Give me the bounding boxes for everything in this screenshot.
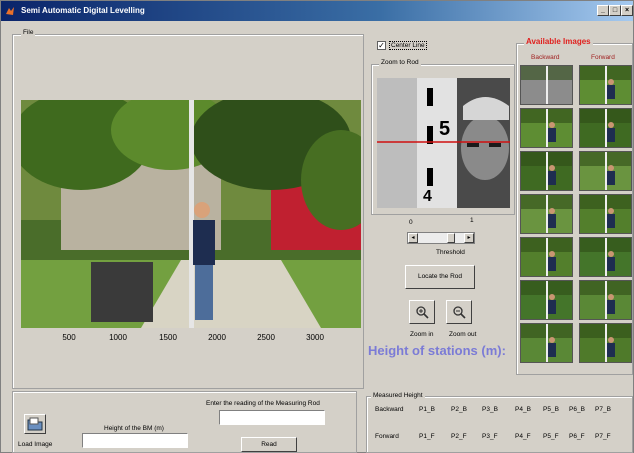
window-title: Semi Automatic Digital Levelling: [21, 6, 145, 15]
maximize-button[interactable]: □: [609, 5, 621, 16]
title-bar: Semi Automatic Digital Levelling _ □ ×: [1, 1, 633, 21]
measured-height-panel: [366, 396, 633, 453]
forward-thumbnail[interactable]: [579, 194, 632, 234]
slider-thumb[interactable]: [446, 233, 455, 243]
center-line-label: Center Line: [389, 41, 427, 50]
zoom-out-label: Zoom out: [449, 331, 477, 338]
locate-rod-button[interactable]: Locate the Rod: [405, 265, 475, 289]
backward-point-label: P1_B: [419, 406, 435, 413]
x-tick-label: 3000: [306, 333, 324, 342]
rod-digit: 4: [423, 188, 432, 205]
x-tick-label: 2500: [257, 333, 275, 342]
app-window: Semi Automatic Digital Levelling _ □ × F…: [0, 0, 634, 453]
backward-thumbnail[interactable]: [520, 237, 573, 277]
slider-left-arrow[interactable]: ◂: [408, 233, 418, 243]
backward-point-label: P3_B: [482, 406, 498, 413]
backward-point-label: P2_B: [451, 406, 467, 413]
forward-thumbnail[interactable]: [579, 280, 632, 320]
threshold-label: Threshold: [436, 249, 465, 256]
close-button[interactable]: ×: [621, 5, 633, 16]
forward-header: Forward: [591, 54, 615, 61]
rod-reading-input[interactable]: [219, 410, 325, 425]
backward-point-label: P6_B: [569, 406, 585, 413]
forward-point-label: P2_F: [451, 433, 467, 440]
zoom-out-button[interactable]: [446, 300, 472, 324]
load-image-label: Load Image: [18, 441, 53, 448]
forward-row-label: Forward: [375, 433, 399, 440]
load-image-button[interactable]: [24, 414, 46, 434]
backward-thumbnail[interactable]: [520, 323, 573, 363]
zoom-in-icon: [416, 306, 429, 319]
minimize-button[interactable]: _: [597, 5, 609, 16]
backward-row-label: Backward: [375, 406, 404, 413]
backward-thumbnail[interactable]: [520, 280, 573, 320]
backward-thumbnail[interactable]: [520, 151, 573, 191]
x-tick-label: 1000: [109, 333, 127, 342]
zoom-out-icon: [453, 306, 466, 319]
forward-thumbnail[interactable]: [579, 237, 632, 277]
backward-thumbnail[interactable]: [520, 194, 573, 234]
x-tick-label: 500: [62, 333, 76, 342]
backward-point-label: P7_B: [595, 406, 611, 413]
backward-header: Backward: [531, 54, 560, 61]
zoom-panel-title: Zoom to Rod: [379, 59, 421, 67]
bm-height-label: Height of the BM (m): [104, 425, 164, 432]
forward-point-label: P4_F: [515, 433, 531, 440]
matlab-icon: [6, 7, 14, 15]
forward-thumbnail[interactable]: [579, 151, 632, 191]
bm-height-input[interactable]: [82, 433, 188, 448]
levelling-photo[interactable]: [21, 100, 361, 328]
center-line-checkbox[interactable]: ✓: [377, 41, 386, 50]
threshold-max: 1: [470, 217, 474, 224]
height-of-stations-label: Height of stations (m):: [368, 343, 506, 358]
slider-right-arrow[interactable]: ▸: [464, 233, 474, 243]
x-tick-label: 2000: [208, 333, 226, 342]
backward-thumbnail[interactable]: [520, 65, 573, 105]
rod-digit: 5: [439, 118, 451, 140]
zoom-image: 5 4: [377, 78, 510, 208]
file-panel-title: File: [21, 29, 36, 37]
forward-point-label: P3_F: [482, 433, 498, 440]
read-button[interactable]: Read: [241, 437, 297, 452]
zoom-in-button[interactable]: [409, 300, 435, 324]
forward-point-label: P1_F: [419, 433, 435, 440]
x-tick-label: 1500: [159, 333, 177, 342]
forward-point-label: P5_F: [543, 433, 559, 440]
forward-point-label: P7_F: [595, 433, 611, 440]
forward-thumbnail[interactable]: [579, 323, 632, 363]
available-images-title: Available Images: [524, 37, 593, 46]
threshold-slider[interactable]: ◂ ▸: [407, 232, 475, 244]
measured-height-title: Measured Height: [371, 392, 425, 400]
forward-thumbnail[interactable]: [579, 65, 632, 105]
forward-point-label: P6_F: [569, 433, 585, 440]
backward-point-label: P4_B: [515, 406, 531, 413]
backward-point-label: P5_B: [543, 406, 559, 413]
zoom-in-label: Zoom in: [410, 331, 434, 338]
threshold-min: 0: [409, 219, 413, 226]
folder-icon: [27, 417, 43, 431]
forward-thumbnail[interactable]: [579, 108, 632, 148]
backward-thumbnail[interactable]: [520, 108, 573, 148]
rod-reading-label: Enter the reading of the Measuring Rod: [206, 400, 320, 407]
